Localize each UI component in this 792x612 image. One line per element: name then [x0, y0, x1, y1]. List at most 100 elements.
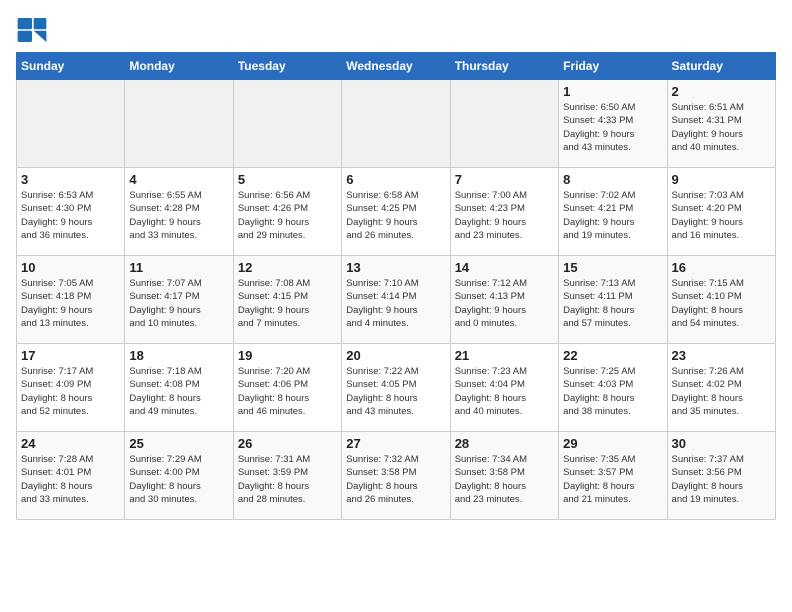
calendar-cell: [233, 80, 341, 168]
day-info: Sunrise: 7:18 AM Sunset: 4:08 PM Dayligh…: [129, 365, 228, 418]
day-info: Sunrise: 7:08 AM Sunset: 4:15 PM Dayligh…: [238, 277, 337, 330]
day-number: 12: [238, 260, 337, 275]
page-header: [16, 16, 776, 44]
calendar-cell: 3 Sunrise: 6:53 AM Sunset: 4:30 PM Daylig…: [17, 168, 125, 256]
calendar-cell: 15 Sunrise: 7:13 AM Sunset: 4:11 PM Dayli…: [559, 256, 667, 344]
calendar-cell: 7Sunrise: 7:00 AM Sunset: 4:23 PM Daylig…: [450, 168, 558, 256]
day-number: 3: [21, 172, 120, 187]
day-info: Sunrise: 7:25 AM Sunset: 4:03 PM Dayligh…: [563, 365, 662, 418]
day-info: Sunrise: 7:07 AM Sunset: 4:17 PM Dayligh…: [129, 277, 228, 330]
calendar-cell: 30 Sunrise: 7:37 AM Sunset: 3:56 PM Dayli…: [667, 432, 775, 520]
day-of-week-header: Saturday: [667, 53, 775, 80]
day-number: 26: [238, 436, 337, 451]
calendar-cell: 29 Sunrise: 7:35 AM Sunset: 3:57 PM Dayli…: [559, 432, 667, 520]
day-info: Sunrise: 6:50 AM Sunset: 4:33 PM Dayligh…: [563, 101, 662, 154]
day-number: 14: [455, 260, 554, 275]
day-of-week-header: Monday: [125, 53, 233, 80]
calendar-cell: [17, 80, 125, 168]
day-number: 25: [129, 436, 228, 451]
day-info: Sunrise: 7:35 AM Sunset: 3:57 PM Dayligh…: [563, 453, 662, 506]
calendar-cell: 5Sunrise: 6:56 AM Sunset: 4:26 PM Daylig…: [233, 168, 341, 256]
day-info: Sunrise: 6:55 AM Sunset: 4:28 PM Dayligh…: [129, 189, 228, 242]
calendar-cell: 16 Sunrise: 7:15 AM Sunset: 4:10 PM Dayli…: [667, 256, 775, 344]
calendar-cell: 1 Sunrise: 6:50 AM Sunset: 4:33 PM Daylig…: [559, 80, 667, 168]
logo: [16, 16, 52, 44]
day-info: Sunrise: 6:51 AM Sunset: 4:31 PM Dayligh…: [672, 101, 771, 154]
calendar-cell: 2Sunrise: 6:51 AM Sunset: 4:31 PM Daylig…: [667, 80, 775, 168]
day-info: Sunrise: 7:37 AM Sunset: 3:56 PM Dayligh…: [672, 453, 771, 506]
day-info: Sunrise: 7:34 AM Sunset: 3:58 PM Dayligh…: [455, 453, 554, 506]
calendar-cell: 24 Sunrise: 7:28 AM Sunset: 4:01 PM Dayli…: [17, 432, 125, 520]
day-number: 15: [563, 260, 662, 275]
calendar-cell: 8 Sunrise: 7:02 AM Sunset: 4:21 PM Daylig…: [559, 168, 667, 256]
day-info: Sunrise: 7:02 AM Sunset: 4:21 PM Dayligh…: [563, 189, 662, 242]
day-number: 30: [672, 436, 771, 451]
day-number: 11: [129, 260, 228, 275]
calendar-cell: [125, 80, 233, 168]
day-number: 9: [672, 172, 771, 187]
day-number: 13: [346, 260, 445, 275]
day-number: 10: [21, 260, 120, 275]
day-number: 23: [672, 348, 771, 363]
calendar-cell: 13 Sunrise: 7:10 AM Sunset: 4:14 PM Dayli…: [342, 256, 450, 344]
calendar-cell: 20 Sunrise: 7:22 AM Sunset: 4:05 PM Dayli…: [342, 344, 450, 432]
calendar-cell: 11 Sunrise: 7:07 AM Sunset: 4:17 PM Dayli…: [125, 256, 233, 344]
day-number: 22: [563, 348, 662, 363]
day-number: 28: [455, 436, 554, 451]
calendar-cell: 4 Sunrise: 6:55 AM Sunset: 4:28 PM Daylig…: [125, 168, 233, 256]
day-number: 18: [129, 348, 228, 363]
day-number: 17: [21, 348, 120, 363]
calendar-cell: 18 Sunrise: 7:18 AM Sunset: 4:08 PM Dayli…: [125, 344, 233, 432]
day-info: Sunrise: 7:32 AM Sunset: 3:58 PM Dayligh…: [346, 453, 445, 506]
day-info: Sunrise: 7:12 AM Sunset: 4:13 PM Dayligh…: [455, 277, 554, 330]
calendar-cell: 17 Sunrise: 7:17 AM Sunset: 4:09 PM Dayli…: [17, 344, 125, 432]
day-of-week-header: Wednesday: [342, 53, 450, 80]
day-info: Sunrise: 7:13 AM Sunset: 4:11 PM Dayligh…: [563, 277, 662, 330]
day-info: Sunrise: 7:15 AM Sunset: 4:10 PM Dayligh…: [672, 277, 771, 330]
calendar-week-row: 1 Sunrise: 6:50 AM Sunset: 4:33 PM Daylig…: [17, 80, 776, 168]
calendar-cell: 12 Sunrise: 7:08 AM Sunset: 4:15 PM Dayli…: [233, 256, 341, 344]
day-info: Sunrise: 7:17 AM Sunset: 4:09 PM Dayligh…: [21, 365, 120, 418]
calendar-cell: 6Sunrise: 6:58 AM Sunset: 4:25 PM Daylig…: [342, 168, 450, 256]
logo-icon: [16, 16, 48, 44]
day-number: 20: [346, 348, 445, 363]
calendar-cell: 10 Sunrise: 7:05 AM Sunset: 4:18 PM Dayli…: [17, 256, 125, 344]
day-number: 29: [563, 436, 662, 451]
calendar-cell: 21 Sunrise: 7:23 AM Sunset: 4:04 PM Dayli…: [450, 344, 558, 432]
day-number: 19: [238, 348, 337, 363]
day-info: Sunrise: 6:53 AM Sunset: 4:30 PM Dayligh…: [21, 189, 120, 242]
day-number: 1: [563, 84, 662, 99]
day-info: Sunrise: 7:05 AM Sunset: 4:18 PM Dayligh…: [21, 277, 120, 330]
calendar-cell: [342, 80, 450, 168]
day-info: Sunrise: 7:23 AM Sunset: 4:04 PM Dayligh…: [455, 365, 554, 418]
calendar-cell: 14 Sunrise: 7:12 AM Sunset: 4:13 PM Dayli…: [450, 256, 558, 344]
calendar-cell: 28 Sunrise: 7:34 AM Sunset: 3:58 PM Dayli…: [450, 432, 558, 520]
day-info: Sunrise: 7:29 AM Sunset: 4:00 PM Dayligh…: [129, 453, 228, 506]
day-info: Sunrise: 7:22 AM Sunset: 4:05 PM Dayligh…: [346, 365, 445, 418]
day-number: 7: [455, 172, 554, 187]
day-info: Sunrise: 7:10 AM Sunset: 4:14 PM Dayligh…: [346, 277, 445, 330]
day-of-week-header: Sunday: [17, 53, 125, 80]
day-number: 6: [346, 172, 445, 187]
day-number: 21: [455, 348, 554, 363]
day-of-week-header: Friday: [559, 53, 667, 80]
day-info: Sunrise: 7:20 AM Sunset: 4:06 PM Dayligh…: [238, 365, 337, 418]
calendar-cell: 22 Sunrise: 7:25 AM Sunset: 4:03 PM Dayli…: [559, 344, 667, 432]
calendar-week-row: 17 Sunrise: 7:17 AM Sunset: 4:09 PM Dayli…: [17, 344, 776, 432]
day-number: 24: [21, 436, 120, 451]
calendar-cell: 25 Sunrise: 7:29 AM Sunset: 4:00 PM Dayli…: [125, 432, 233, 520]
calendar-cell: 26 Sunrise: 7:31 AM Sunset: 3:59 PM Dayli…: [233, 432, 341, 520]
calendar-week-row: 10 Sunrise: 7:05 AM Sunset: 4:18 PM Dayli…: [17, 256, 776, 344]
day-info: Sunrise: 7:26 AM Sunset: 4:02 PM Dayligh…: [672, 365, 771, 418]
day-number: 5: [238, 172, 337, 187]
day-number: 4: [129, 172, 228, 187]
calendar-cell: 23 Sunrise: 7:26 AM Sunset: 4:02 PM Dayli…: [667, 344, 775, 432]
day-info: Sunrise: 7:31 AM Sunset: 3:59 PM Dayligh…: [238, 453, 337, 506]
day-number: 16: [672, 260, 771, 275]
day-info: Sunrise: 7:28 AM Sunset: 4:01 PM Dayligh…: [21, 453, 120, 506]
day-number: 8: [563, 172, 662, 187]
calendar-table: SundayMondayTuesdayWednesdayThursdayFrid…: [16, 52, 776, 520]
day-of-week-header: Thursday: [450, 53, 558, 80]
calendar-week-row: 24 Sunrise: 7:28 AM Sunset: 4:01 PM Dayli…: [17, 432, 776, 520]
calendar-cell: [450, 80, 558, 168]
